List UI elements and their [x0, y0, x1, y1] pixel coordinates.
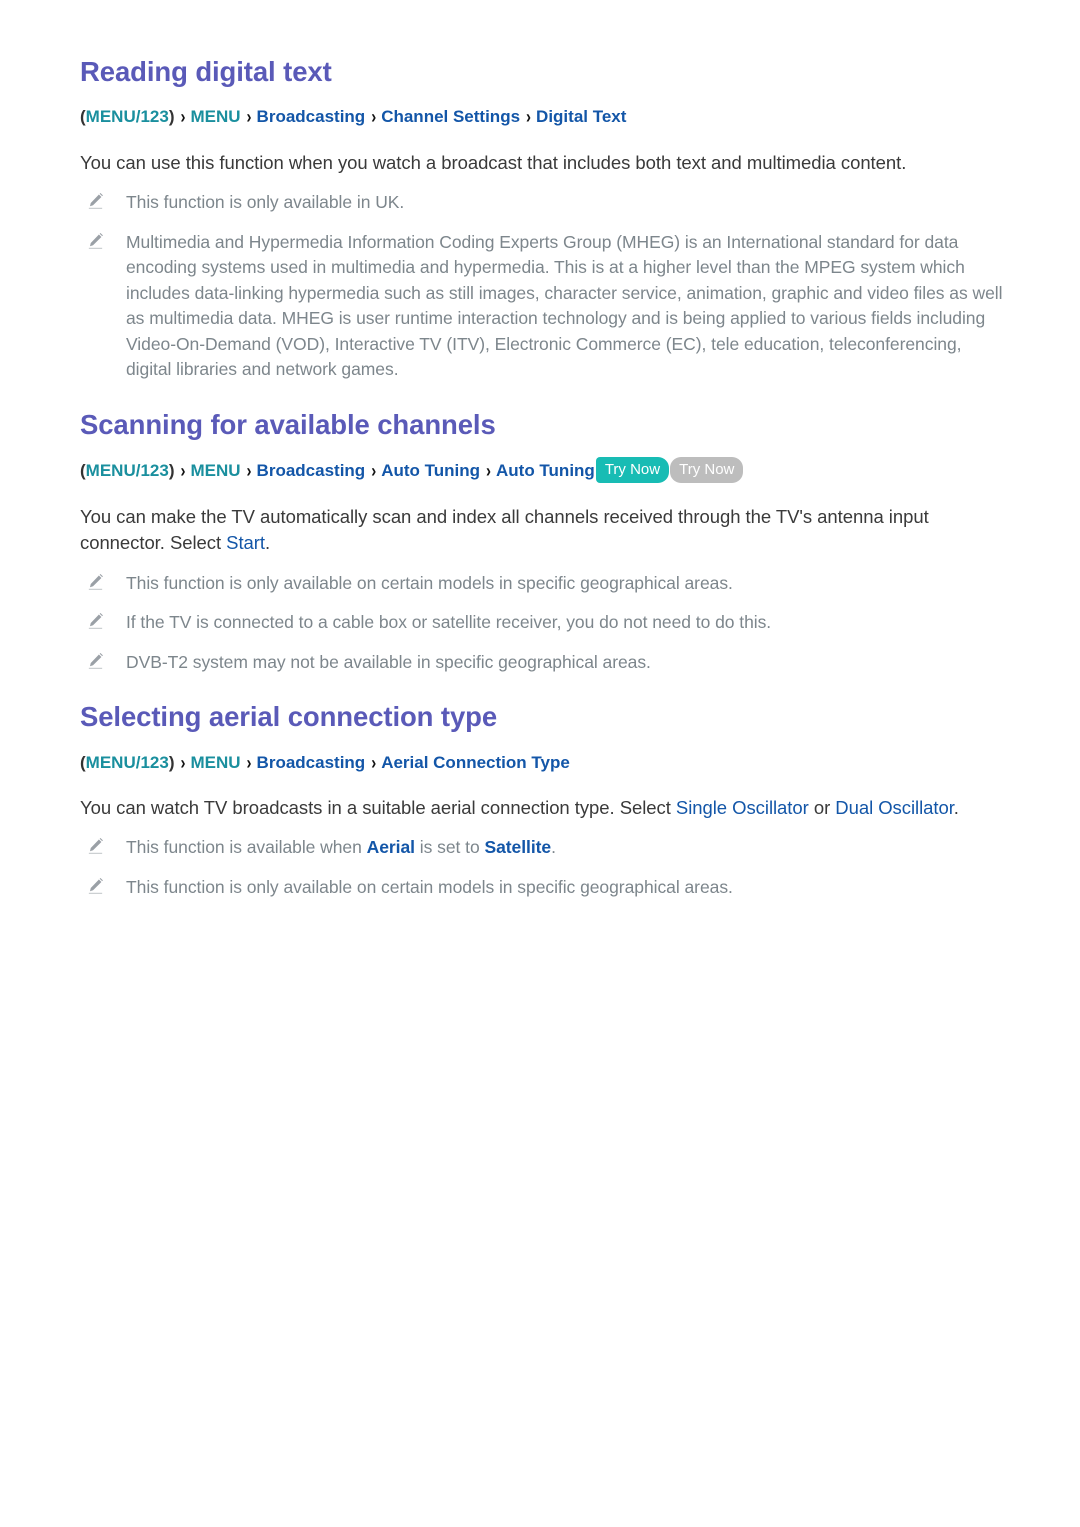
chevron-right-icon: ›	[526, 107, 532, 129]
list-item: If the TV is connected to a cable box or…	[80, 610, 1008, 636]
breadcrumb-item-auto-tuning-2[interactable]: Auto Tuning	[496, 461, 595, 480]
chevron-right-icon: ›	[246, 461, 252, 483]
breadcrumb-reading-digital-text: (MENU/123) › MENU › Broadcasting › Channel Set…	[80, 104, 1008, 130]
pencil-icon	[86, 877, 105, 896]
page-title-reading-digital-text: Reading digital text	[80, 56, 332, 87]
breadcrumb-item-broadcasting[interactable]: Broadcasting	[257, 107, 366, 126]
section-scanning-for-available-channels: Scanning for available channels (MENU/12…	[80, 409, 1008, 675]
breadcrumb-scanning-for-available-channels: (MENU/123) › MENU › Broadcasting › Auto Tuning…	[80, 457, 1008, 484]
note-highlight-aerial[interactable]: Aerial	[367, 837, 415, 857]
breadcrumb-menu123[interactable]: MENU/123	[86, 461, 169, 480]
note-highlight-satellite[interactable]: Satellite	[484, 837, 551, 857]
list-item: This function is only available in UK.	[80, 190, 1008, 216]
body-text-tail: .	[953, 797, 959, 819]
pencil-icon	[86, 232, 105, 251]
notes-list-selecting-aerial-connection-type: This function is available when Aerial i…	[80, 835, 1008, 900]
note-text: This function is only available on certa…	[126, 572, 733, 593]
body-highlight-single-oscillator[interactable]: Single Oscillator	[676, 797, 809, 818]
list-item: Multimedia and Hypermedia Information Co…	[80, 230, 1008, 383]
chevron-right-icon: ›	[180, 107, 186, 129]
chevron-right-icon: ›	[486, 461, 491, 483]
pencil-icon	[86, 652, 105, 671]
section-selecting-aerial-connection-type: Selecting aerial connection type (MENU/1…	[80, 701, 1008, 900]
breadcrumb-menu[interactable]: MENU	[190, 461, 240, 480]
body-text-lead: You can watch TV broadcasts in a suitabl…	[80, 797, 676, 819]
body-paragraph-selecting-aerial-connection-type: You can watch TV broadcasts in a suitabl…	[80, 795, 1008, 821]
body-text-mid: or	[808, 797, 836, 819]
pencil-icon	[86, 192, 105, 211]
body-text-tail: .	[265, 532, 271, 554]
breadcrumb-item-broadcasting[interactable]: Broadcasting	[257, 461, 366, 480]
breadcrumb-menu123[interactable]: MENU/123	[86, 107, 169, 126]
chevron-right-icon: ›	[371, 752, 377, 774]
chevron-right-icon: ›	[371, 461, 377, 483]
chevron-right-icon: ›	[371, 107, 377, 129]
breadcrumb-item-channel-settings[interactable]: Channel Settings	[381, 107, 520, 126]
body-highlight-dual-oscillator[interactable]: Dual Oscillator	[835, 797, 954, 818]
body-paragraph-scanning-for-available-channels: You can make the TV automatically scan a…	[80, 504, 1008, 557]
body-paragraph-reading-digital-text: You can use this function when you watch…	[80, 151, 907, 173]
chevron-right-icon: ›	[246, 752, 252, 774]
breadcrumb-menu123[interactable]: MENU/123	[86, 753, 169, 772]
note-text: This function is available when	[126, 837, 367, 858]
page-title-scanning-for-available-channels: Scanning for available channels	[80, 409, 496, 441]
section-reading-digital-text: Reading digital text (MENU/123) › MENU › Bro…	[80, 56, 1008, 383]
notes-list-reading-digital-text: This function is only available in UK. M…	[80, 190, 1008, 383]
chevron-right-icon: ›	[180, 461, 186, 483]
chevron-right-icon: ›	[246, 107, 252, 129]
note-text: If the TV is connected to a cable box or…	[126, 612, 772, 633]
notes-list-scanning-for-available-channels: This function is only available on certa…	[80, 571, 1008, 676]
note-text: Multimedia and Hypermedia Information Co…	[126, 231, 1003, 380]
note-text: is set to	[414, 837, 485, 858]
list-item: This function is available when Aerial i…	[80, 835, 1008, 861]
note-text: This function is only available on certa…	[126, 876, 733, 897]
try-now-badge-active[interactable]: Try Now	[595, 457, 670, 484]
breadcrumb-item-aerial-connection-type[interactable]: Aerial Connection Type	[381, 753, 570, 772]
body-text-lead: You can make the TV automatically scan a…	[80, 505, 929, 554]
pencil-icon	[86, 837, 105, 856]
breadcrumb-item-broadcasting[interactable]: Broadcasting	[257, 753, 366, 772]
note-text: This function is only available in UK.	[126, 192, 405, 213]
list-item: This function is only available on certa…	[80, 571, 1008, 597]
breadcrumb-selecting-aerial-connection-type: (MENU/123) › MENU › Broadcasting › Aerial Conn…	[80, 750, 1008, 776]
list-item: This function is only available on certa…	[80, 875, 1008, 901]
try-now-badge-inactive[interactable]: Try Now	[670, 457, 744, 484]
list-item: DVB-T2 system may not be available in sp…	[80, 650, 1008, 676]
chevron-right-icon: ›	[180, 752, 186, 774]
body-highlight-start[interactable]: Start	[226, 532, 265, 553]
breadcrumb-menu[interactable]: MENU	[190, 107, 240, 126]
document-page: Reading digital text (MENU/123) › MENU › Bro…	[0, 0, 1080, 1527]
pencil-icon	[86, 612, 105, 631]
breadcrumb-item-digital-text[interactable]: Digital Text	[536, 107, 626, 126]
pencil-icon	[86, 573, 105, 592]
breadcrumb-item-auto-tuning[interactable]: Auto Tuning	[381, 461, 480, 480]
note-text: .	[551, 837, 556, 858]
page-title-selecting-aerial-connection-type: Selecting aerial connection type	[80, 701, 498, 733]
breadcrumb-menu[interactable]: MENU	[190, 753, 240, 772]
note-text: DVB-T2 system may not be available in sp…	[126, 651, 651, 672]
